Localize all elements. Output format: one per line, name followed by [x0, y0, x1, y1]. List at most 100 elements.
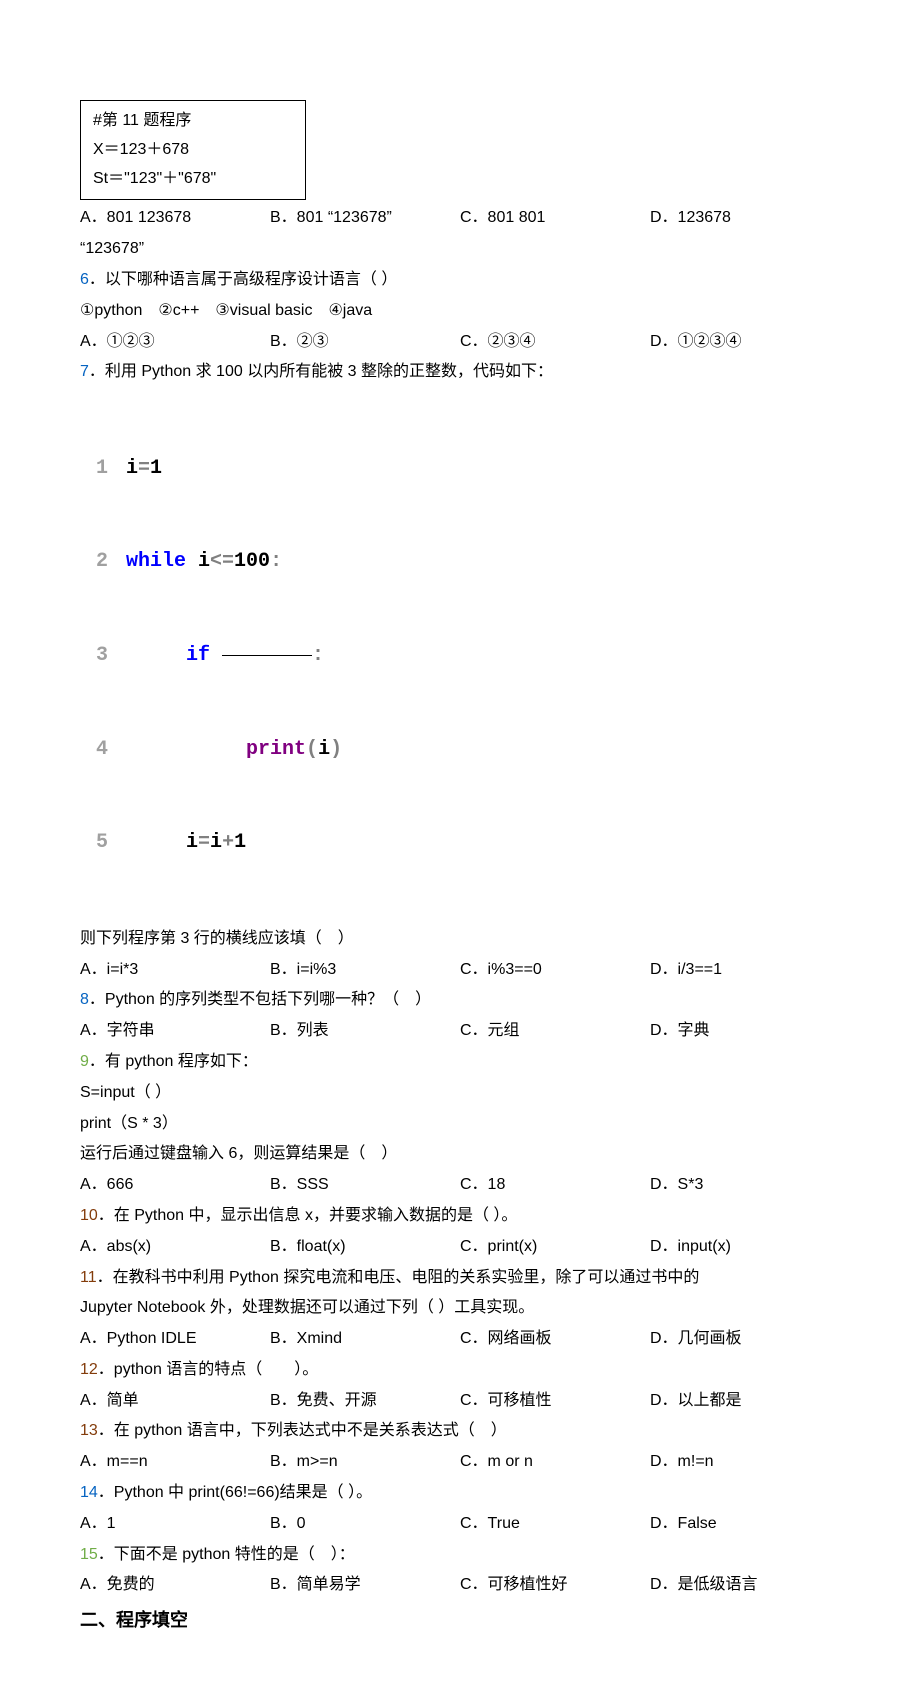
q13-opt-a: A．m==n	[80, 1448, 270, 1477]
c2e: :	[270, 550, 282, 573]
q8-opt-b: B．列表	[270, 1017, 460, 1046]
q7-code: 1i=1 2while i<=100: 3 if : 4 print(i) 5 …	[80, 393, 840, 919]
q13-opt-d: D．m!=n	[650, 1448, 840, 1477]
c1a: i	[126, 457, 138, 480]
q11-opt-a: A．Python IDLE	[80, 1325, 270, 1354]
q5-opt-d: D．123678	[650, 204, 840, 233]
q5-opt-b: B．801 “123678”	[270, 204, 460, 233]
ln1: 1	[80, 451, 126, 487]
c5e: 1	[234, 831, 246, 854]
c3a: if	[186, 644, 210, 667]
section-2-heading: 二、程序填空	[80, 1604, 840, 1636]
q7-answers: A．i=i*3 B．i=i%3 C．i%3==0 D．i/3==1	[80, 956, 840, 985]
ln4: 4	[80, 732, 126, 768]
q8-text: ．Python 的序列类型不包括下列哪一种？（ ）	[89, 991, 431, 1008]
q15-opt-a: A．免费的	[80, 1571, 270, 1600]
q11-opt-b: B．Xmind	[270, 1325, 460, 1354]
code-box-q11: #第 11 题程序 X＝123＋678 St＝"123"＋"678"	[80, 100, 306, 200]
ln5: 5	[80, 825, 126, 861]
q12-opt-d: D．以上都是	[650, 1387, 840, 1416]
c5d: +	[222, 831, 234, 854]
q7-opt-a: A．i=i*3	[80, 956, 270, 985]
q15-text: ．下面不是 python 特性的是（ ）：	[98, 1546, 355, 1563]
c5c: i	[210, 831, 222, 854]
c2a: while	[126, 550, 186, 573]
q5-answers: A．801 123678 B．801 “123678” C．801 801 D．…	[80, 204, 840, 233]
q13-opt-b: B．m>=n	[270, 1448, 460, 1477]
q14-opt-b: B．0	[270, 1510, 460, 1539]
q8-num: 8	[80, 991, 89, 1008]
q10-opt-b: B．float(x)	[270, 1233, 460, 1262]
q8-opt-d: D．字典	[650, 1017, 840, 1046]
q9-l2: print（S * 3）	[80, 1110, 840, 1139]
q10-num: 10	[80, 1207, 98, 1224]
q6-num: 6	[80, 271, 89, 288]
q15-opt-b: B．简单易学	[270, 1571, 460, 1600]
q6-opt-b: B．②③	[270, 328, 460, 357]
q12-text: ．python 语言的特点（ ）。	[98, 1361, 319, 1378]
c4d: )	[330, 738, 342, 761]
q9-answers: A．666 B．SSS C．18 D．S*3	[80, 1171, 840, 1200]
codebox-line3: St＝"123"＋"678"	[93, 165, 293, 194]
q12-num: 12	[80, 1361, 98, 1378]
q15-stem: 15．下面不是 python 特性的是（ ）：	[80, 1541, 840, 1570]
q14-stem: 14．Python 中 print(66!=66)结果是（ ）。	[80, 1479, 840, 1508]
q7-num: 7	[80, 363, 89, 380]
c1b: =	[138, 457, 150, 480]
q8-opt-a: A．字符串	[80, 1017, 270, 1046]
q5-opt-a: A．801 123678	[80, 204, 270, 233]
c3b: :	[312, 644, 324, 667]
fill-blank	[222, 655, 312, 656]
q5-opt-d-cont: “123678”	[80, 235, 840, 264]
q9-opt-a: A．666	[80, 1171, 270, 1200]
q12-answers: A．简单 B．免费、开源 C．可移植性 D．以上都是	[80, 1387, 840, 1416]
q9-stem: 9．有 python 程序如下：	[80, 1048, 840, 1077]
q6-opt-a: A．①②③	[80, 328, 270, 357]
page: #第 11 题程序 X＝123＋678 St＝"123"＋"678" A．801…	[0, 0, 920, 1697]
q10-opt-d: D．input(x)	[650, 1233, 840, 1262]
q7-opt-c: C．i%3==0	[460, 956, 650, 985]
q7-after: 则下列程序第 3 行的横线应该填（ ）	[80, 925, 840, 954]
c2c: <=	[210, 550, 234, 573]
q11-num: 11	[80, 1269, 97, 1286]
q12-stem: 12．python 语言的特点（ ）。	[80, 1356, 840, 1385]
q14-opt-c: C．True	[460, 1510, 650, 1539]
q11-opt-c: C．网络画板	[460, 1325, 650, 1354]
q11-stem: 11．在教科书中利用 Python 探究电流和电压、电阻的关系实验里，除了可以通…	[80, 1264, 840, 1293]
q11-opt-d: D．几何画板	[650, 1325, 840, 1354]
c4b: (	[306, 738, 318, 761]
q6-stem: 6．以下哪种语言属于高级程序设计语言（ ）	[80, 266, 840, 295]
c2b: i	[186, 550, 210, 573]
ln2: 2	[80, 544, 126, 580]
q10-opt-c: C．print(x)	[460, 1233, 650, 1262]
q9-opt-d: D．S*3	[650, 1171, 840, 1200]
q12-opt-c: C．可移植性	[460, 1387, 650, 1416]
q9-after: 运行后通过键盘输入 6，则运算结果是（ ）	[80, 1140, 840, 1169]
q13-text: ．在 python 语言中，下列表达式中不是关系表达式（ ）	[98, 1422, 507, 1439]
q7-text: ．利用 Python 求 100 以内所有能被 3 整除的正整数，代码如下：	[89, 363, 553, 380]
q9-opt-b: B．SSS	[270, 1171, 460, 1200]
c2d: 100	[234, 550, 270, 573]
q15-num: 15	[80, 1546, 98, 1563]
q10-opt-a: A．abs(x)	[80, 1233, 270, 1262]
q11-answers: A．Python IDLE B．Xmind C．网络画板 D．几何画板	[80, 1325, 840, 1354]
q11-text: ．在教科书中利用 Python 探究电流和电压、电阻的关系实验里，除了可以通过书…	[97, 1269, 700, 1286]
c1c: 1	[150, 457, 162, 480]
c5b: =	[198, 831, 210, 854]
q15-opt-d: D．是低级语言	[650, 1571, 840, 1600]
q14-answers: A．1 B．0 C．True D．False	[80, 1510, 840, 1539]
codebox-line1: #第 11 题程序	[93, 107, 293, 136]
q9-num: 9	[80, 1053, 89, 1070]
codebox-line2: X＝123＋678	[93, 136, 293, 165]
q9-l1: S=input（ ）	[80, 1079, 840, 1108]
q13-stem: 13．在 python 语言中，下列表达式中不是关系表达式（ ）	[80, 1417, 840, 1446]
q9-opt-c: C．18	[460, 1171, 650, 1200]
q7-opt-d: D．i/3==1	[650, 956, 840, 985]
q8-answers: A．字符串 B．列表 C．元组 D．字典	[80, 1017, 840, 1046]
q6-sub: ①python ②c++ ③visual basic ④java	[80, 297, 840, 326]
q14-num: 14	[80, 1484, 98, 1501]
q14-opt-a: A．1	[80, 1510, 270, 1539]
q10-answers: A．abs(x) B．float(x) C．print(x) D．input(x…	[80, 1233, 840, 1262]
q11-text2: Jupyter Notebook 外，处理数据还可以通过下列（ ）工具实现。	[80, 1294, 840, 1323]
q12-opt-a: A．简单	[80, 1387, 270, 1416]
